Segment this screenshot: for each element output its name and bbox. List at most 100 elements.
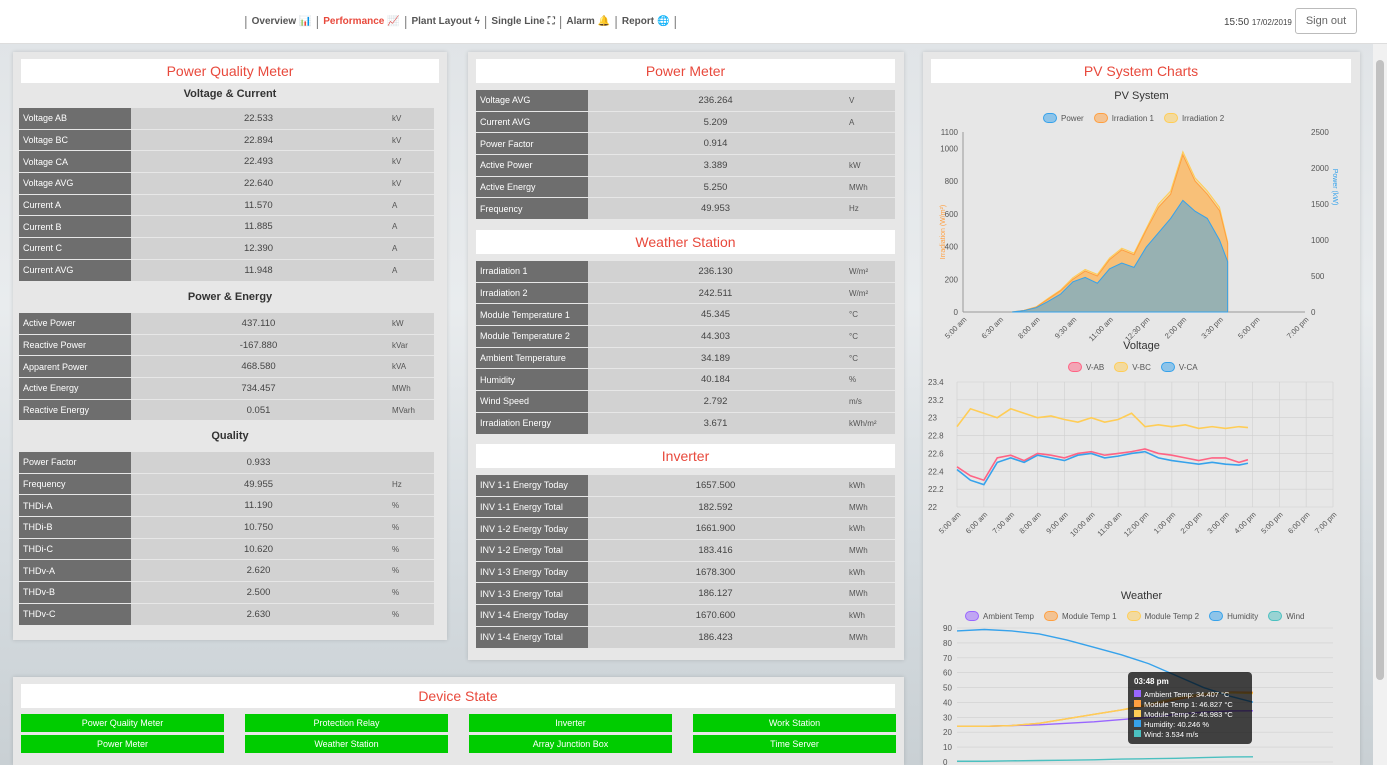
row-unit: %	[386, 560, 434, 583]
row-label: Current C	[19, 238, 131, 260]
y-tick-label: 40	[943, 698, 952, 707]
row-current-avg: Current AVG 11.948 A	[19, 259, 434, 282]
legend-item-v-bc[interactable]: V-BC	[1114, 362, 1151, 372]
legend-item-v-ca[interactable]: V-CA	[1160, 362, 1198, 372]
legend-item-ambient-temp[interactable]: Ambient Temp	[965, 611, 1034, 621]
x-tick-label: 3:00 pm	[1205, 510, 1231, 536]
row-module-temperature-2: Module Temperature 2 44.303 °C	[476, 326, 895, 348]
row-value: 10.620	[131, 538, 386, 561]
power-meter-title: Power Meter	[476, 59, 895, 83]
y2-axis-label: Power (kW)	[1331, 169, 1338, 206]
scrollbar-thumb[interactable]	[1376, 60, 1384, 680]
sign-out-button[interactable]: Sign out	[1295, 8, 1357, 34]
row-label: INV 1-1 Energy Total	[476, 496, 588, 519]
legend-item-v-ab[interactable]: V-AB	[1068, 362, 1104, 372]
row-inv-1-2-energy-total: INV 1-2 Energy Total 183.416 MWh	[476, 540, 895, 562]
row-wind-speed: Wind Speed 2.792 m/s	[476, 391, 895, 413]
nav-item-single-line[interactable]: Single Line ⛶	[491, 16, 554, 27]
row-label: THDi-B	[19, 517, 131, 539]
row-label: Active Energy	[19, 378, 131, 400]
legend-item-humidity[interactable]: Humidity	[1209, 611, 1258, 621]
x-tick-label: 11:00 am	[1095, 510, 1123, 538]
tooltip-time: 03:48 pm	[1134, 677, 1169, 686]
row-unit: kV	[386, 173, 434, 195]
data-table: INV 1-1 Energy Today 1657.500 kWh INV 1-1 E…	[476, 475, 895, 649]
y-tick-label: 200	[945, 275, 959, 284]
row-value: 186.127	[588, 583, 843, 606]
clock-date: 17/02/2019	[1251, 18, 1292, 27]
row-label: Irradiation Energy	[476, 412, 588, 435]
row-label: THDi-A	[19, 495, 131, 518]
clock: 15:50 17/02/2019	[1224, 17, 1292, 28]
pv-system-chart: 0200400600800100011000500100015002000250…	[940, 128, 1338, 344]
row-unit: MWh	[843, 583, 895, 606]
row-humidity: Humidity 40.184%	[476, 369, 895, 392]
bar-chart-icon: 📊	[299, 15, 312, 27]
nav-item-overview[interactable]: Overview 📊	[252, 16, 312, 27]
y2-tick-label: 2500	[1311, 128, 1329, 137]
y-tick-label: 1100	[941, 128, 959, 137]
row-label: INV 1-1 Energy Today	[476, 475, 588, 497]
row-label: THDi-C	[19, 538, 131, 561]
tooltip-line: Wind: 3.534 m/s	[1144, 730, 1198, 739]
row-value: 3.671	[588, 412, 843, 435]
row-reactive-energy: Reactive Energy 0.051 MVarh	[19, 399, 434, 422]
nav-item-performance[interactable]: Performance 📈	[323, 16, 400, 27]
row-label: Frequency	[476, 198, 588, 221]
x-tick-label: 2:00 pm	[1163, 315, 1189, 341]
weather-chart-title: Weather	[1120, 590, 1163, 602]
row-unit: V	[843, 90, 895, 112]
row-value: 49.955	[131, 473, 386, 496]
voltage-legend: V-AB V-BC V-CA	[1068, 362, 1198, 372]
nav-separator: |	[244, 13, 248, 29]
legend-swatch	[1160, 362, 1175, 372]
weather-station-title: Weather Station	[476, 230, 895, 254]
nav-item-label: Performance	[323, 15, 385, 27]
row-label: INV 1-4 Energy Total	[476, 626, 588, 649]
legend-item-module-temp-1[interactable]: Module Temp 1	[1044, 611, 1117, 621]
legend-label: Humidity	[1227, 611, 1259, 621]
row-label: Active Power	[476, 155, 588, 177]
nav-item-alarm[interactable]: Alarm 🔔	[566, 16, 610, 27]
row-value: 236.130	[588, 261, 843, 283]
nav-item-plant-layout[interactable]: Plant Layout ϟ	[411, 16, 479, 27]
row-unit: MVarh	[386, 399, 434, 422]
row-label: Irradiation 1	[476, 261, 588, 283]
row-unit: kWh	[843, 605, 895, 627]
y-tick-label: 22.2	[928, 485, 944, 494]
x-tick-label: 3:30 pm	[1199, 315, 1225, 341]
legend-item-module-temp-2[interactable]: Module Temp 2	[1126, 611, 1199, 621]
x-tick-label: 7:00 pm	[1313, 510, 1339, 536]
nav-item-report[interactable]: Report 🌐	[622, 16, 670, 27]
row-unit: MWh	[843, 540, 895, 562]
x-tick-label: 5:00 am	[937, 510, 963, 536]
pv-charts-panel: PV System Charts PV System Power Irradiat…	[923, 52, 1360, 765]
legend-swatch	[1209, 611, 1224, 621]
row-label: INV 1-3 Energy Total	[476, 583, 588, 606]
x-tick-label: 5:00 pm	[1259, 510, 1285, 536]
row-unit: %	[386, 582, 434, 604]
legend-item-wind[interactable]: Wind	[1268, 611, 1304, 621]
row-value: 2.792	[588, 391, 843, 413]
row-value: 1678.300	[588, 561, 843, 584]
row-inv-1-4-energy-total: INV 1-4 Energy Total 186.423 MWh	[476, 626, 895, 649]
x-tick-label: 5:00 am	[943, 315, 969, 341]
row-unit: kWh	[843, 561, 895, 584]
power-quality-meter-title: Power Quality Meter	[21, 59, 439, 83]
row-value: 183.416	[588, 540, 843, 562]
row-unit: kW	[386, 313, 434, 335]
legend-swatch	[1068, 362, 1082, 372]
row-label: Current AVG	[19, 259, 131, 282]
nav-item-label: Plant Layout	[411, 15, 472, 27]
row-active-power: Active Power 3.389 kW	[476, 155, 895, 177]
row-unit: A	[386, 216, 434, 239]
device-time-server: Time Server	[693, 735, 896, 753]
voltage-chart: 2222.222.422.622.82323.223.45:00 am 6:00 …	[928, 378, 1339, 539]
row-unit: kWh/m²	[843, 412, 895, 435]
row-value: 2.500	[131, 582, 386, 604]
row-value: 0.051	[131, 399, 386, 422]
row-thdi-c: THDi-C 10.620%	[19, 538, 434, 561]
device-state-panel: Device State Power Quality Meter Protecti…	[13, 677, 904, 765]
row-unit: kV	[386, 151, 434, 174]
legend-label: Module Temp 1	[1062, 611, 1117, 621]
